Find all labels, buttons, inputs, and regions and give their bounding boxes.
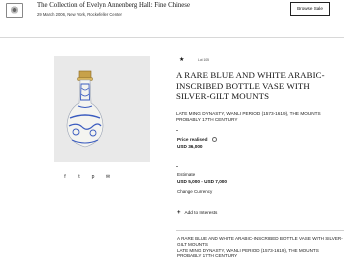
add-to-interests-label: Add to Interests <box>184 210 218 215</box>
sale-subtitle: 29 March 2006, New York, Rockefeller Cen… <box>37 12 122 17</box>
change-currency-link[interactable]: Change Currency <box>177 189 212 194</box>
sale-header: The Collection of Evelyn Annenberg Hall:… <box>0 0 344 20</box>
divider-dash <box>176 130 178 131</box>
pinterest-icon[interactable]: p <box>89 173 97 181</box>
price-realised-value: USD 36,000 <box>177 144 203 149</box>
description-divider <box>176 230 344 231</box>
sale-title[interactable]: The Collection of Evelyn Annenberg Hall:… <box>37 2 190 9</box>
lot-description: A RARE BLUE AND WHITE ARABIC-INSCRIBED B… <box>177 236 343 259</box>
email-icon[interactable]: ✉ <box>104 173 112 181</box>
price-realised-label: Price realised <box>177 137 208 142</box>
info-icon[interactable] <box>212 137 217 142</box>
estimate-label: Estimate <box>177 172 196 177</box>
bottle-vase-image[interactable] <box>62 70 108 150</box>
browse-sale-button[interactable]: Browse Sale <box>290 2 330 16</box>
estimate-value: USD 5,000 - USD 7,000 <box>177 179 228 184</box>
lot-number: Lot 105 <box>198 58 209 62</box>
add-to-interests-button[interactable]: + Add to Interests <box>177 210 217 216</box>
lot-title: A RARE BLUE AND WHITE ARABIC-INSCRIBED B… <box>176 70 325 101</box>
description-period: LATE MING DYNASTY, WANLI PERIOD (1573-16… <box>177 247 319 259</box>
twitter-icon[interactable]: t <box>75 173 83 181</box>
description-title: A RARE BLUE AND WHITE ARABIC-INSCRIBED B… <box>177 236 343 247</box>
lot-subtitle: LATE MING DYNASTY, WANLI PERIOD (1573-16… <box>176 111 321 122</box>
divider-dash <box>176 166 178 167</box>
star-icon[interactable]: ★ <box>179 57 184 63</box>
facebook-icon[interactable]: f <box>61 173 69 181</box>
christies-logo-icon[interactable] <box>6 3 23 18</box>
plus-icon: + <box>177 210 181 216</box>
header-divider <box>0 37 344 38</box>
